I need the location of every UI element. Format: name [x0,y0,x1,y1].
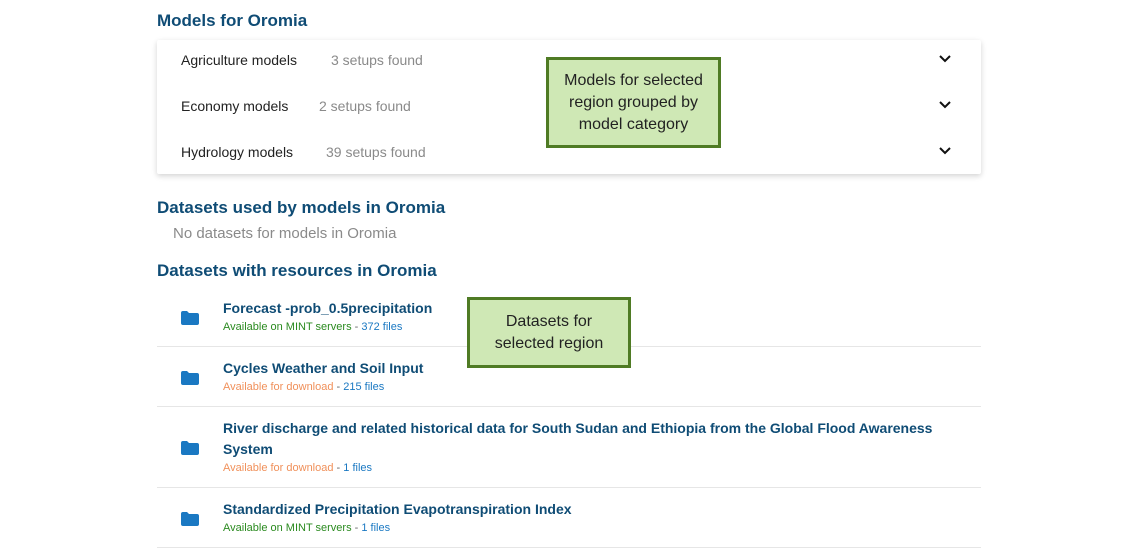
annotation-models-text: Models for selected region grouped by mo… [564,71,703,133]
chevron-down-icon[interactable] [937,96,953,112]
dataset-meta: Available on MINT servers - 1 files [223,521,390,535]
annotation-datasets-callout: Datasets for selected region [467,297,631,368]
meta-separator: - [351,321,362,333]
availability-status: Available for download [223,462,334,474]
dataset-meta: Available on MINT servers - 372 files [223,320,402,334]
model-category-count: 2 setups found [319,98,411,114]
model-category-name: Hydrology models [181,144,294,160]
file-count: 372 files [361,321,403,333]
folder-icon [181,311,199,325]
dataset-row[interactable]: Standardized Precipitation Evapotranspir… [157,488,981,548]
availability-status: Available on MINT servers [223,321,352,333]
meta-separator: - [333,462,344,474]
dataset-meta: Available for download - 1 files [223,461,372,475]
folder-icon [181,371,199,385]
dataset-title-link[interactable]: River discharge and related historical d… [223,418,963,460]
folder-icon [181,441,199,455]
chevron-down-icon[interactable] [937,50,953,66]
meta-separator: - [351,522,362,534]
availability-status: Available for download [223,381,334,393]
dataset-title-link[interactable]: Standardized Precipitation Evapotranspir… [223,499,963,520]
datasets-resources-section-title: Datasets with resources in Oromia [157,261,437,280]
model-category-count: 39 setups found [326,144,426,160]
meta-separator: - [333,381,344,393]
availability-status: Available on MINT servers [223,522,352,534]
model-category-count: 3 setups found [331,52,423,68]
model-category-name: Agriculture models [181,52,297,68]
model-category-name: Economy models [181,98,289,114]
annotation-datasets-text: Datasets for selected region [494,312,604,352]
file-count: 1 files [343,462,373,474]
dataset-meta: Available for download - 215 files [223,380,384,394]
datasets-used-empty-message: No datasets for models in Oromia [173,225,397,242]
models-section-title: Models for Oromia [157,11,308,30]
folder-icon [181,512,199,526]
file-count: 1 files [361,522,391,534]
file-count: 215 files [343,381,385,393]
annotation-models-callout: Models for selected region grouped by mo… [546,57,721,148]
dataset-row[interactable]: River discharge and related historical d… [157,407,981,488]
chevron-down-icon[interactable] [937,142,953,158]
datasets-used-section-title: Datasets used by models in Oromia [157,198,446,217]
